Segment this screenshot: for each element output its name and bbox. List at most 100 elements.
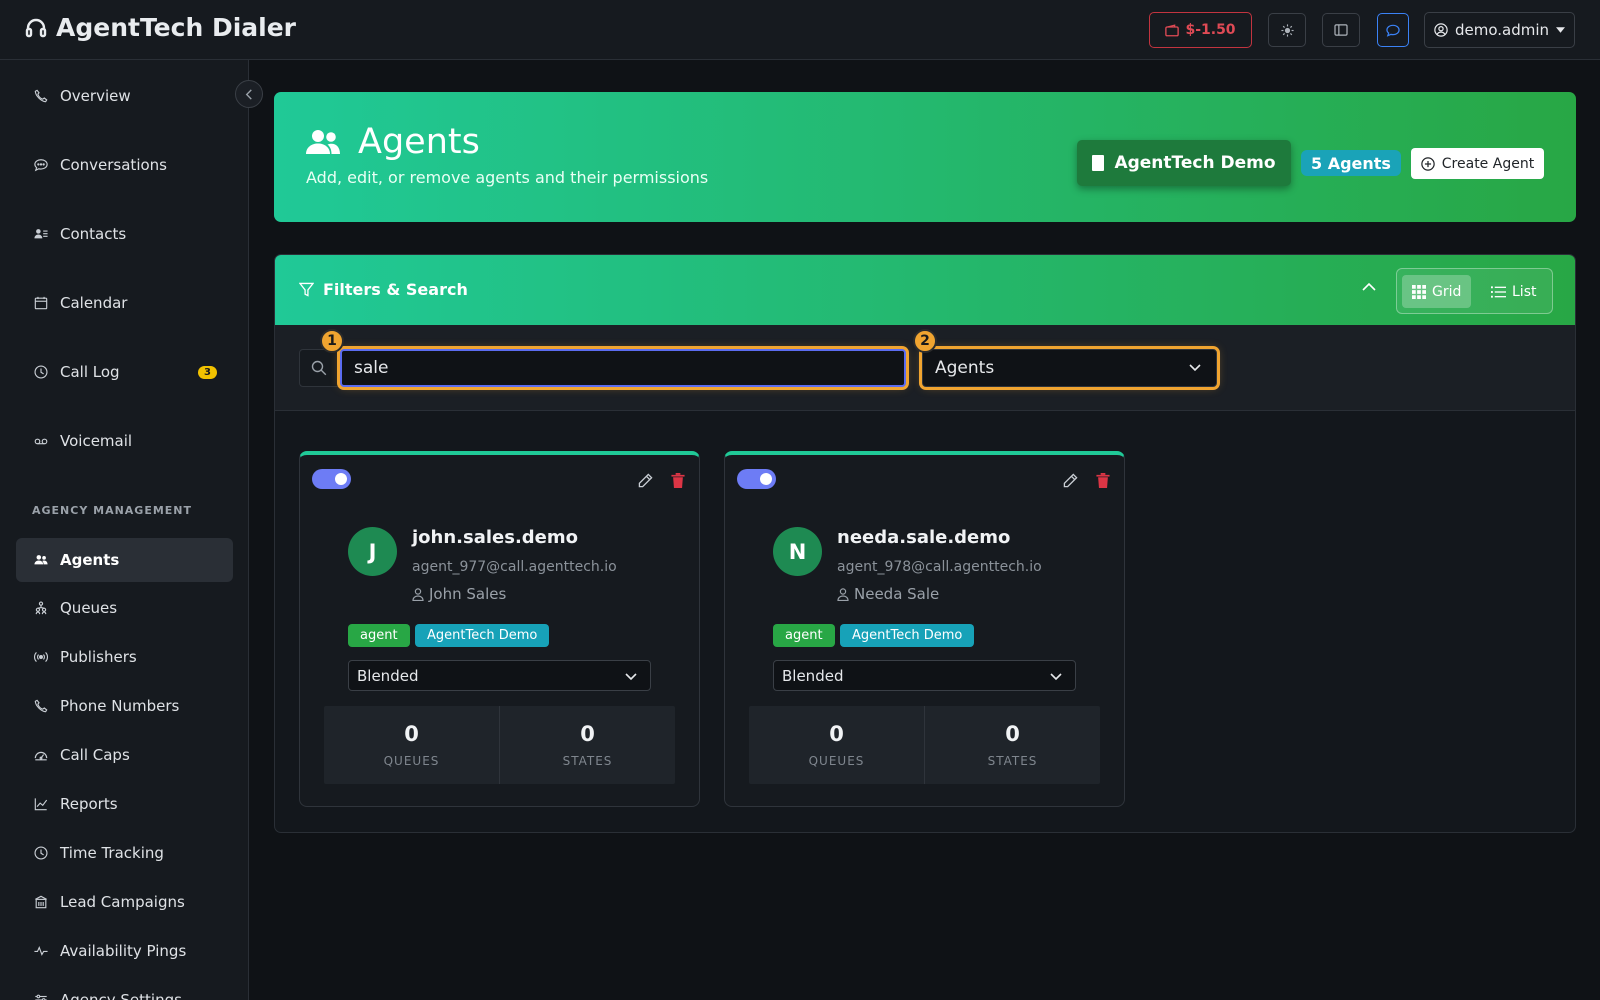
role-tag: agent	[773, 624, 835, 647]
sidebar-item-conversations[interactable]: Conversations	[16, 143, 233, 187]
sidebar-item-label: Lead Campaigns	[60, 893, 185, 911]
view-grid-button[interactable]: Grid	[1402, 275, 1472, 308]
sidebar-item-label: Availability Pings	[60, 942, 187, 960]
chevron-down-icon	[1050, 673, 1062, 681]
sidebar-item-label: Conversations	[60, 156, 167, 174]
layout-toggle-button[interactable]	[1322, 13, 1360, 47]
delete-agent-button[interactable]	[671, 473, 685, 492]
sidebar-item-voicemail[interactable]: Voicemail	[16, 419, 233, 463]
chat-button[interactable]	[1377, 13, 1409, 47]
sidebar-item-time-tracking[interactable]: Time Tracking	[16, 831, 233, 875]
avatar: J	[348, 527, 397, 576]
queues-count: 0	[829, 722, 844, 746]
sidebar-item-label: Calendar	[60, 294, 128, 312]
sidebar: Overview Conversations Contacts Calendar…	[0, 60, 249, 1000]
dial-mode-select[interactable]: Blended	[773, 660, 1076, 691]
edit-agent-button[interactable]	[1063, 473, 1078, 492]
top-navbar: AgentTech Dialer $-1.50 demo.admin	[0, 0, 1600, 60]
wallet-icon	[1165, 23, 1180, 36]
filters-header: Filters & Search Grid List	[275, 255, 1575, 325]
states-stat: 0 STATES	[499, 706, 675, 784]
sidebar-item-contacts[interactable]: Contacts	[16, 212, 233, 256]
calendar-icon	[34, 296, 48, 310]
sun-icon	[1280, 23, 1294, 37]
trash-icon	[671, 473, 685, 488]
voicemail-icon	[34, 438, 48, 445]
agent-full-name: Needa Sale	[854, 585, 940, 603]
agent-enabled-toggle[interactable]	[737, 469, 776, 489]
users-icon	[306, 130, 340, 154]
sidebar-item-agency-settings[interactable]: Agency Settings	[16, 978, 233, 1000]
grid-icon	[1412, 284, 1426, 299]
avatar: N	[773, 527, 822, 576]
annotation-marker-2: 2	[913, 329, 937, 353]
search-input[interactable]: sale	[340, 349, 906, 387]
sidebar-collapse-button[interactable]	[235, 80, 263, 108]
contacts-icon	[34, 229, 48, 239]
queues-stat: 0 QUEUES	[749, 706, 924, 784]
view-grid-label: Grid	[1432, 283, 1462, 300]
filter-icon	[299, 282, 314, 297]
agent-full-name: John Sales	[429, 585, 507, 603]
sidebar-item-overview[interactable]: Overview	[16, 74, 233, 118]
organization-tag: AgentTech Demo	[840, 624, 975, 647]
app-title: AgentTech Dialer	[56, 13, 297, 42]
headset-icon	[25, 18, 47, 37]
search-icon	[311, 360, 327, 376]
app-brand[interactable]: AgentTech Dialer	[24, 13, 296, 42]
pencil-icon	[1063, 473, 1078, 488]
page-title-row: Agents	[306, 122, 480, 162]
theme-toggle-button[interactable]	[1268, 13, 1306, 47]
filters-title: Filters & Search	[323, 280, 468, 299]
create-agent-button[interactable]: Create Agent	[1411, 148, 1544, 179]
sidebar-item-publishers[interactable]: Publishers	[16, 635, 233, 679]
sidebar-item-label: Queues	[60, 599, 118, 617]
gauge-icon	[34, 751, 48, 761]
agent-username: needa.sale.demo	[837, 527, 1011, 548]
sidebar-item-phone-numbers[interactable]: Phone Numbers	[16, 684, 233, 728]
user-menu-button[interactable]: demo.admin	[1424, 12, 1575, 48]
sidebar-item-availability-pings[interactable]: Availability Pings	[16, 929, 233, 973]
sidebar-item-label: Time Tracking	[60, 844, 164, 862]
agent-stats: 0 QUEUES 0 STATES	[749, 706, 1100, 784]
sidebar-item-agents[interactable]: Agents	[16, 538, 233, 582]
sidebar-item-reports[interactable]: Reports	[16, 782, 233, 826]
queues-label: QUEUES	[808, 754, 865, 768]
sidebar-item-label: Reports	[60, 795, 118, 813]
agent-username: john.sales.demo	[412, 527, 579, 548]
dial-mode-select[interactable]: Blended	[348, 660, 651, 691]
broadcast-icon	[34, 652, 48, 662]
sidebar-item-label: Phone Numbers	[60, 697, 180, 715]
sidebar-item-call-log[interactable]: Call Log 3	[16, 350, 233, 394]
organization-tag: AgentTech Demo	[415, 624, 550, 647]
phone-icon	[34, 699, 48, 713]
sidebar-item-calendar[interactable]: Calendar	[16, 281, 233, 325]
sidebar-toggle-icon	[1334, 24, 1348, 36]
sidebar-item-label: Publishers	[60, 648, 137, 666]
sidebar-item-queues[interactable]: Queues	[16, 586, 233, 630]
clock-icon	[34, 846, 48, 860]
agent-enabled-toggle[interactable]	[312, 469, 351, 489]
collapse-filters-button[interactable]	[1362, 279, 1376, 295]
role-filter-select[interactable]: Agents	[922, 349, 1217, 387]
organization-button[interactable]: AgentTech Demo	[1077, 140, 1291, 186]
states-count: 0	[1005, 722, 1020, 746]
balance-button[interactable]: $-1.50	[1149, 12, 1252, 48]
chevron-down-icon	[625, 673, 637, 681]
sidebar-item-call-caps[interactable]: Call Caps	[16, 733, 233, 777]
search-row: sale 1 Agents 2	[275, 325, 1575, 411]
plus-circle-icon	[1421, 156, 1435, 171]
section-label-agency-management: AGENCY MANAGEMENT	[32, 504, 193, 517]
phone-icon	[34, 89, 48, 103]
caret-down-icon	[1556, 27, 1566, 33]
sidebar-item-label: Agents	[60, 551, 120, 569]
annotation-marker-1: 1	[320, 329, 344, 353]
user-circle-icon	[1434, 23, 1448, 37]
view-list-button[interactable]: List	[1481, 275, 1546, 308]
agent-email: agent_978@call.agenttech.io	[837, 559, 1042, 575]
edit-agent-button[interactable]	[638, 473, 653, 492]
role-filter-value: Agents	[935, 358, 995, 378]
delete-agent-button[interactable]	[1096, 473, 1110, 492]
sidebar-item-lead-campaigns[interactable]: Lead Campaigns	[16, 880, 233, 924]
states-label: STATES	[562, 754, 613, 768]
